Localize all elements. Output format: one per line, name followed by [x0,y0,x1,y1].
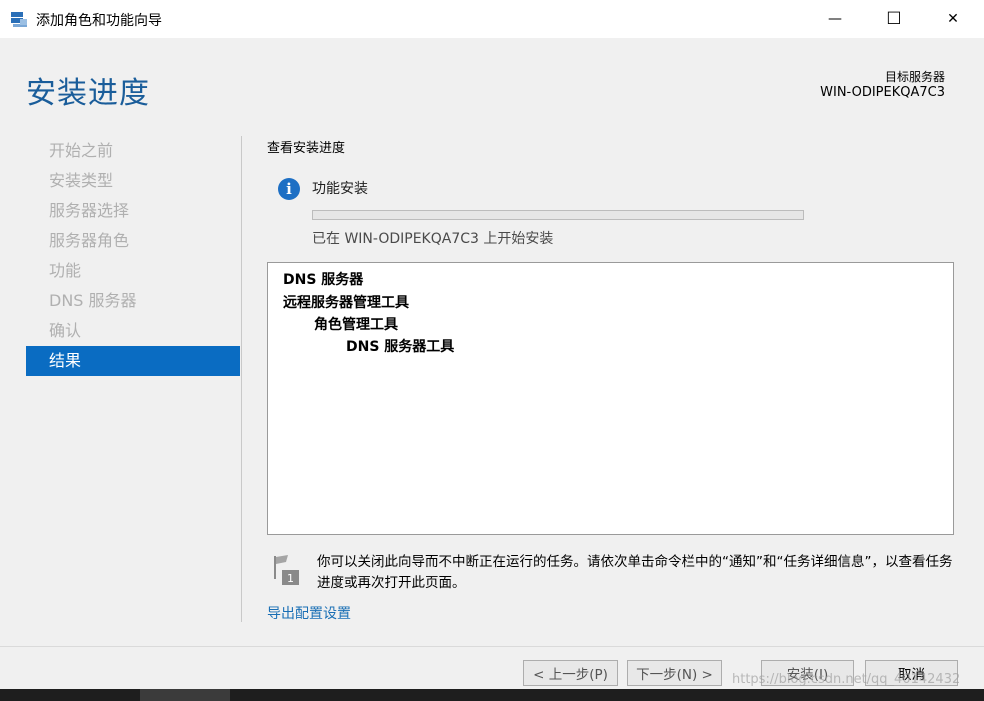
results-list[interactable]: DNS 服务器 远程服务器管理工具 角色管理工具 DNS 服务器工具 [267,262,954,535]
install-progress-bar [312,210,804,220]
result-item-rsat: 远程服务器管理工具 [283,295,409,311]
close-icon: ✕ [947,11,959,27]
next-button[interactable]: 下一步(N) > [627,660,722,686]
nav-item-features[interactable]: 功能 [26,256,240,286]
watermark: https://blog.csdn.net/qq_40142432 [732,672,961,687]
section-label: 查看安装进度 [267,141,346,156]
previous-button[interactable]: < 上一步(P) [523,660,618,686]
target-server-name: WIN-ODIPEKQA7C3 [820,85,945,100]
nav-item-before-you-begin[interactable]: 开始之前 [26,136,240,166]
result-item-role-admin-tools: 角色管理工具 [314,317,398,333]
taskbar-active-item[interactable] [140,689,230,701]
feature-installation-title: 功能安装 [312,181,368,197]
title-bar[interactable]: 添加角色和功能向导 — ☐ ✕ [0,0,984,38]
wizard-window: 添加角色和功能向导 — ☐ ✕ 安装进度 目标服务器 WIN-ODIPEKQA7… [0,0,984,701]
maximize-icon: ☐ [886,9,902,29]
nav-item-confirmation[interactable]: 确认 [26,316,240,346]
footer-separator [0,646,984,647]
wizard-nav: 开始之前 安装类型 服务器选择 服务器角色 功能 DNS 服务器 确认 结果 [26,136,240,376]
minimize-icon: — [828,11,842,27]
nav-item-server-roles[interactable]: 服务器角色 [26,226,240,256]
close-button[interactable]: ✕ [930,0,976,38]
result-item-dns-server: DNS 服务器 [283,272,364,288]
target-server-label: 目标服务器 [884,70,945,84]
nav-item-server-selection[interactable]: 服务器选择 [26,196,240,226]
nav-item-dns-server[interactable]: DNS 服务器 [26,286,240,316]
nav-item-installation-type[interactable]: 安装类型 [26,166,240,196]
window-title: 添加角色和功能向导 [36,13,162,29]
notification-badge-number: 1 [287,572,294,585]
nav-item-results[interactable]: 结果 [26,346,240,376]
info-icon: i [278,178,300,200]
server-manager-icon [11,12,27,27]
result-item-dns-server-tools: DNS 服务器工具 [346,339,455,355]
nav-divider [241,136,242,622]
page-title: 安装进度 [26,76,150,111]
minimize-button[interactable]: — [812,0,858,38]
notification-note: 你可以关闭此向导而不中断正在运行的任务。请依次单击命令栏中的“通知”和“任务详细… [317,554,953,591]
install-status-text: 已在 WIN-ODIPEKQA7C3 上开始安装 [312,231,554,247]
notification-flag-icon: 1 [274,555,299,585]
maximize-button[interactable]: ☐ [871,0,917,38]
export-config-link[interactable]: 导出配置设置 [267,603,351,623]
